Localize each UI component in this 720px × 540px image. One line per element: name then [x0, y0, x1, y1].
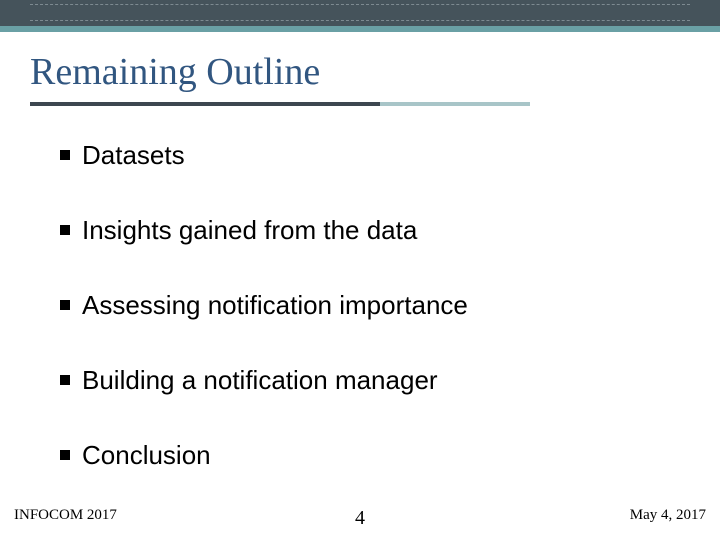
title-underline-teal [380, 102, 530, 106]
slide: Remaining Outline Datasets Insights gain… [0, 0, 720, 540]
bullet-text: Datasets [82, 140, 185, 170]
bullet-list: Datasets Insights gained from the data A… [60, 140, 660, 515]
bullet-text: Building a notification manager [82, 365, 438, 395]
top-band-rule-2 [30, 20, 690, 21]
bullet-text: Conclusion [82, 440, 211, 470]
top-band [0, 0, 720, 26]
footer-date: May 4, 2017 [630, 507, 706, 524]
title-underline [30, 102, 530, 106]
teal-strip [0, 26, 720, 32]
bullet-item: Building a notification manager [60, 365, 660, 396]
bullet-text: Insights gained from the data [82, 215, 417, 245]
slide-title: Remaining Outline [30, 50, 320, 94]
bullet-item: Conclusion [60, 440, 660, 471]
bullet-text: Assessing notification importance [82, 290, 468, 320]
bullet-item: Datasets [60, 140, 660, 171]
top-band-rule-1 [30, 4, 690, 5]
bullet-item: Insights gained from the data [60, 215, 660, 246]
footer-left: INFOCOM 2017 [14, 507, 117, 524]
title-underline-dark [30, 102, 380, 106]
bullet-item: Assessing notification importance [60, 290, 660, 321]
footer-page-number: 4 [355, 507, 365, 530]
